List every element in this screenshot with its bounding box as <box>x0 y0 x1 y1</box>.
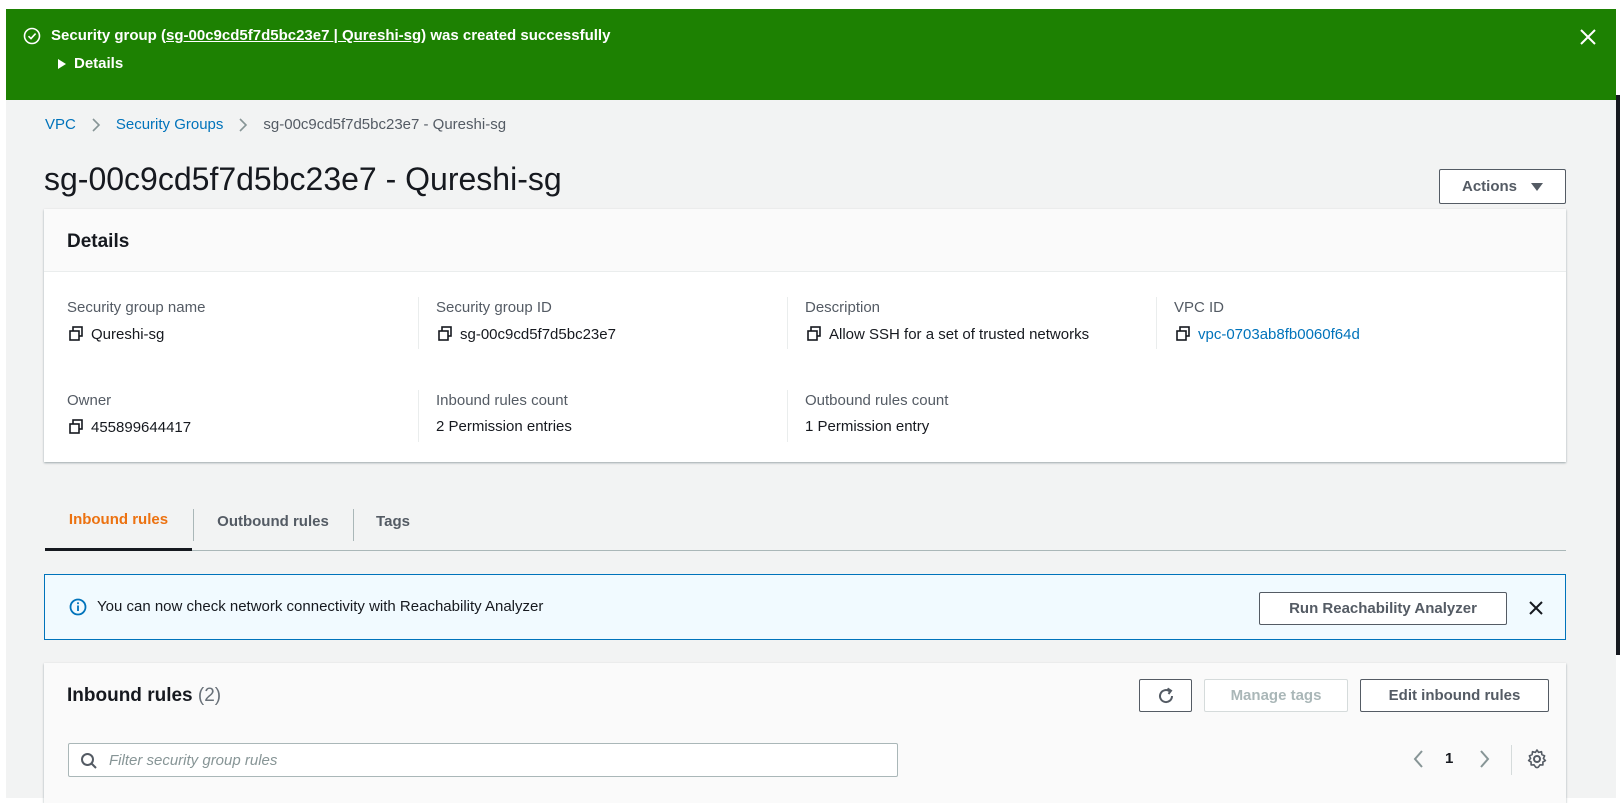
close-icon[interactable] <box>1578 27 1598 47</box>
manage-tags-button[interactable]: Manage tags <box>1204 679 1348 712</box>
copy-icon[interactable] <box>67 325 85 343</box>
field-label: Owner <box>67 392 112 409</box>
field-value: 1 Permission entry <box>805 418 930 435</box>
page-number[interactable]: 1 <box>1445 750 1453 767</box>
edit-inbound-rules-button[interactable]: Edit inbound rules <box>1360 679 1549 712</box>
chevron-left-icon[interactable] <box>1411 747 1425 771</box>
flash-message: Security group (sg-00c9cd5f7d5bc23e7 | Q… <box>51 27 610 44</box>
copy-icon[interactable] <box>67 418 85 436</box>
field-vpc-id: VPC ID vpc-0703ab8fb0060f64d <box>1174 299 1534 343</box>
filter-rules-input[interactable] <box>107 744 887 776</box>
refresh-icon <box>1158 687 1173 703</box>
vpc-id-link[interactable]: vpc-0703ab8fb0060f64d <box>1198 326 1360 343</box>
chevron-right-icon[interactable] <box>1478 747 1492 771</box>
column-divider <box>1156 297 1157 349</box>
breadcrumb: VPC Security Groups sg-00c9cd5f7d5bc23e7… <box>45 116 506 133</box>
field-value-row: Qureshi-sg <box>67 325 427 343</box>
actions-label: Actions <box>1461 178 1517 195</box>
field-security-group-name: Security group name Qureshi-sg <box>67 299 427 343</box>
tab-tags[interactable]: Tags <box>353 491 433 551</box>
window-edge <box>1616 95 1620 655</box>
field-label: VPC ID <box>1174 299 1225 316</box>
details-panel: Details Security group name Qureshi-sg S… <box>44 209 1566 462</box>
field-label: Description <box>805 299 881 316</box>
tab-inbound-rules[interactable]: Inbound rules <box>45 491 192 551</box>
field-value-row: sg-00c9cd5f7d5bc23e7 <box>436 325 796 343</box>
close-icon[interactable] <box>1526 598 1546 618</box>
gear-icon[interactable] <box>1526 748 1548 770</box>
pager-divider <box>1511 745 1512 775</box>
success-check-icon <box>23 27 41 45</box>
filter-rules-search <box>68 743 898 777</box>
breadcrumb-security-groups[interactable]: Security Groups <box>116 116 224 133</box>
flash-message-prefix: Security group ( <box>51 27 167 44</box>
field-outbound-rules-count: Outbound rules count 1 Permission entry <box>805 392 1165 435</box>
flash-details-toggle[interactable]: Details <box>58 55 123 72</box>
field-value-row: vpc-0703ab8fb0060f64d <box>1174 325 1534 343</box>
copy-icon[interactable] <box>1174 325 1192 343</box>
field-value: Qureshi-sg <box>91 325 165 343</box>
field-value: sg-00c9cd5f7d5bc23e7 <box>460 325 616 343</box>
chevron-right-icon <box>239 117 248 132</box>
field-label: Outbound rules count <box>805 392 949 409</box>
column-divider <box>418 390 419 442</box>
field-security-group-id: Security group ID sg-00c9cd5f7d5bc23e7 <box>436 299 796 343</box>
success-flash-banner: Security group (sg-00c9cd5f7d5bc23e7 | Q… <box>6 9 1616 100</box>
tab-outbound-rules[interactable]: Outbound rules <box>193 491 353 551</box>
field-label: Security group ID <box>436 299 552 316</box>
flash-message-suffix: ) was created successfully <box>421 27 611 44</box>
tab-bar: Inbound rules Outbound rules Tags <box>45 491 1566 551</box>
actions-dropdown-button[interactable]: Actions <box>1439 169 1566 204</box>
copy-icon[interactable] <box>805 325 823 343</box>
run-reachability-analyzer-button[interactable]: Run Reachability Analyzer <box>1259 592 1507 625</box>
field-value: 2 Permission entries <box>436 418 572 435</box>
inbound-rules-title: Inbound rules (2) <box>67 685 221 707</box>
chevron-right-icon <box>92 117 100 132</box>
field-inbound-rules-count: Inbound rules count 2 Permission entries <box>436 392 796 435</box>
breadcrumb-current: sg-00c9cd5f7d5bc23e7 - Qureshi-sg <box>263 116 507 133</box>
field-label: Inbound rules count <box>436 392 568 409</box>
field-value-row: Allow SSH for a set of trusted networks <box>805 325 1165 343</box>
page-title: sg-00c9cd5f7d5bc23e7 - Qureshi-sg <box>44 161 562 197</box>
field-description: Description Allow SSH for a set of trust… <box>805 299 1165 343</box>
caret-down-icon <box>1531 182 1543 191</box>
inbound-rules-count: (2) <box>197 685 222 706</box>
field-label: Security group name <box>67 299 206 316</box>
search-icon <box>81 753 97 769</box>
column-divider <box>787 390 788 442</box>
details-heading: Details <box>44 209 1566 272</box>
field-owner: Owner 455899644417 <box>67 392 427 436</box>
column-divider <box>418 297 419 349</box>
refresh-button[interactable] <box>1139 679 1192 712</box>
breadcrumb-vpc[interactable]: VPC <box>45 116 76 133</box>
inbound-rules-heading: Inbound rules <box>67 685 193 706</box>
column-divider <box>787 297 788 349</box>
field-value: Allow SSH for a set of trusted networks <box>829 325 1090 343</box>
copy-icon[interactable] <box>436 325 454 343</box>
info-icon <box>69 598 87 616</box>
field-value: 455899644417 <box>91 418 192 436</box>
flash-details-label: Details <box>74 55 124 72</box>
field-value-row: 2 Permission entries <box>436 418 796 435</box>
caret-right-icon <box>58 58 66 69</box>
flash-security-group-link[interactable]: sg-00c9cd5f7d5bc23e7 | Qureshi-sg <box>166 27 421 44</box>
field-value-row: 455899644417 <box>67 418 427 436</box>
info-alert-text: You can now check network connectivity w… <box>97 598 544 615</box>
field-value-row: 1 Permission entry <box>805 418 1165 435</box>
